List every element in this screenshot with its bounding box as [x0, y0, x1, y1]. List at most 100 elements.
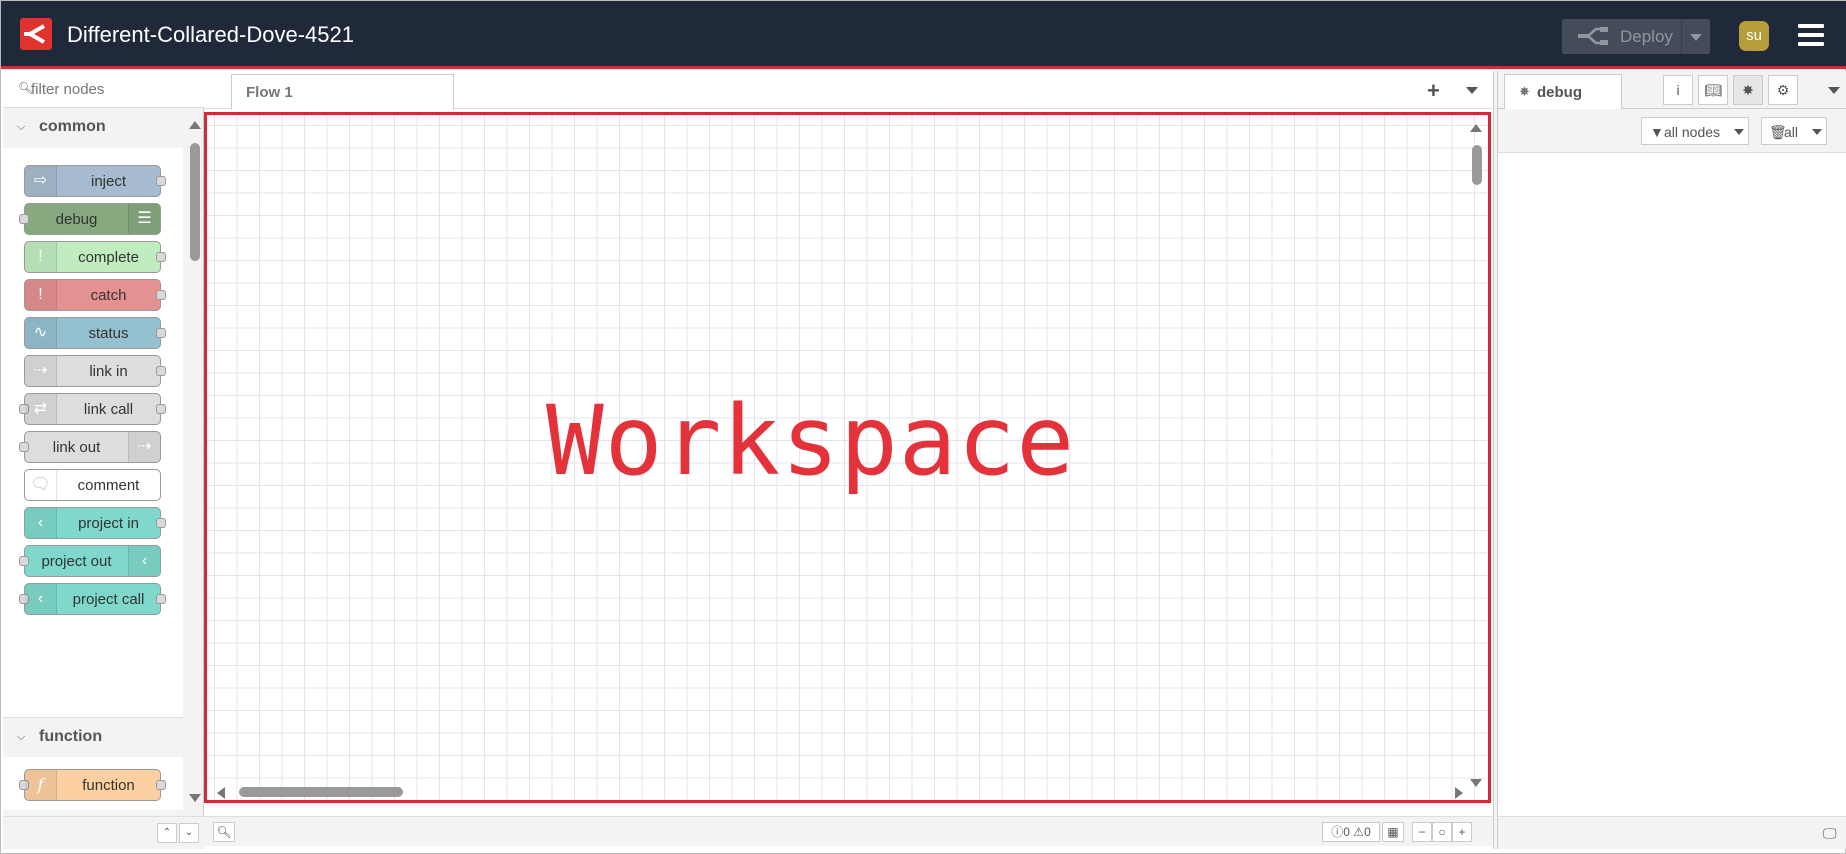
node-label: status	[88, 325, 129, 342]
scroll-down-icon[interactable]	[189, 794, 201, 802]
chevron-down-icon	[1734, 129, 1744, 135]
scroll-up-icon[interactable]	[1470, 124, 1482, 132]
tab-debug[interactable]: ✸ debug	[1504, 74, 1622, 110]
palette-node-link-in[interactable]: ⇢ link in	[24, 355, 166, 387]
filter-nodes-button[interactable]: ▼ all nodes	[1641, 117, 1749, 145]
category-label: function	[39, 728, 103, 745]
category-header-common[interactable]: ⌵ common	[3, 108, 183, 148]
palette-node-project-in[interactable]: ‹ project in	[24, 507, 166, 539]
clear-messages-button[interactable]: 🗑︎ all	[1761, 117, 1827, 145]
chevron-down-icon: ⌵	[17, 121, 26, 133]
chevron-down-icon: ⌵	[17, 731, 26, 743]
project-icon: ‹	[128, 546, 160, 576]
palette-node-debug[interactable]: debug ☰	[19, 203, 161, 235]
workspace-vertical-scrollbar[interactable]	[1468, 119, 1484, 795]
output-port	[156, 366, 166, 376]
sidebar: ✸ debug i 📖︎ ✸ ⚙ ▼ all nodes 🗑︎ all 🖵︎	[1498, 71, 1846, 849]
workspace-canvas[interactable]: Workspace	[204, 112, 1491, 803]
node-label: link in	[89, 363, 128, 380]
info-icon[interactable]: i	[1663, 75, 1693, 105]
main-menu-icon[interactable]	[1798, 24, 1824, 46]
output-port	[156, 176, 166, 186]
zoom-out-icon[interactable]: −	[1412, 822, 1432, 842]
output-port	[156, 780, 166, 790]
navigator-map-icon[interactable]: ▦	[1382, 822, 1404, 842]
error-icon: ⓘ	[1331, 825, 1344, 839]
tab-flow-1[interactable]: Flow 1	[231, 74, 454, 110]
book-icon[interactable]: 📖︎	[1698, 75, 1728, 105]
warning-count: 0	[1364, 825, 1371, 839]
deploy-divider	[1681, 19, 1682, 54]
palette-scroll-area: ⌵ common ⇨ inject debug ☰ ! complete ! c…	[3, 108, 183, 810]
list-icon: ☰	[128, 204, 160, 234]
app-title: Different-Collared-Dove-4521	[67, 22, 354, 47]
palette-node-status[interactable]: ∿ status	[24, 317, 166, 349]
warning-icon: ⚠	[1353, 825, 1365, 839]
zoom-reset-icon[interactable]: ○	[1432, 822, 1452, 842]
user-avatar[interactable]: su	[1739, 21, 1769, 51]
zoom-in-icon[interactable]: +	[1452, 822, 1472, 842]
debug-bug-icon[interactable]: ✸	[1733, 75, 1763, 105]
palette-node-catch[interactable]: ! catch	[24, 279, 166, 311]
output-port	[156, 518, 166, 528]
workspace-tabs: Flow 1 +	[204, 71, 1493, 110]
node-label: project in	[78, 515, 139, 532]
node-red-editor: Different-Collared-Dove-4521 Deploy su 🔍…	[0, 0, 1846, 854]
deploy-button[interactable]: Deploy	[1562, 19, 1710, 54]
palette-node-project-call[interactable]: ‹ project call	[19, 583, 166, 615]
bug-icon: ✸	[1519, 84, 1530, 99]
scrollbar-thumb[interactable]	[190, 143, 200, 261]
palette-filter: 🔍︎	[3, 71, 233, 108]
node-label: inject	[90, 173, 127, 190]
tab-label: Flow 1	[246, 84, 293, 101]
deploy-menu-caret-icon[interactable]	[1690, 34, 1702, 41]
output-port	[156, 404, 166, 414]
search-flows-icon[interactable]: 🔍︎	[213, 822, 235, 842]
node-label: function	[82, 777, 135, 794]
scroll-up-icon[interactable]	[189, 121, 201, 129]
workspace-horizontal-scrollbar[interactable]	[215, 785, 1483, 799]
header-bar: Different-Collared-Dove-4521 Deploy su	[1, 1, 1846, 69]
add-flow-icon[interactable]: +	[1427, 78, 1440, 104]
category-header-function[interactable]: ⌵ function	[3, 717, 183, 757]
palette-node-complete[interactable]: ! complete	[24, 241, 166, 273]
sidebar-tabs: ✸ debug i 📖︎ ✸ ⚙	[1498, 71, 1846, 110]
filter-nodes-input[interactable]	[31, 79, 221, 99]
palette-node-link-out[interactable]: link out ⇢	[19, 431, 161, 463]
palette-node-link-call[interactable]: ⇄ link call	[19, 393, 166, 425]
node-label: project call	[72, 591, 145, 608]
palette-scrollbar[interactable]	[187, 108, 201, 810]
tab-list-caret-icon[interactable]	[1466, 87, 1478, 94]
sidebar-menu-caret-icon[interactable]	[1828, 87, 1840, 94]
output-port	[156, 290, 166, 300]
node-label: link call	[83, 401, 134, 418]
category-label: common	[39, 118, 106, 135]
link-out-icon: ⇢	[128, 432, 160, 462]
monitor-icon[interactable]: 🖵︎	[1823, 825, 1837, 842]
filter-icon: ▼	[1650, 124, 1664, 140]
palette-footer: ⌃ ⌄	[3, 816, 204, 849]
node-label: complete	[78, 249, 139, 266]
scrollbar-thumb[interactable]	[1472, 145, 1482, 185]
chevron-down-icon	[1812, 129, 1822, 135]
collapse-all-icon[interactable]: ⌄	[179, 823, 199, 843]
category-body-common: ⇨ inject debug ☰ ! complete ! catch ∿ st…	[3, 148, 183, 717]
scroll-left-icon[interactable]	[217, 787, 225, 799]
scrollbar-thumb[interactable]	[239, 787, 403, 797]
node-label: catch	[90, 287, 127, 304]
palette-node-inject[interactable]: ⇨ inject	[24, 165, 166, 197]
flowfuse-logo-icon	[20, 18, 52, 50]
clear-label: all	[1784, 124, 1799, 140]
palette-node-project-out[interactable]: project out ‹	[19, 545, 161, 577]
output-port	[156, 252, 166, 262]
sidebar-footer: 🖵︎	[1498, 816, 1846, 849]
scroll-right-icon[interactable]	[1455, 787, 1463, 799]
notifications-counter[interactable]: ⓘ0 ⚠0	[1322, 822, 1380, 842]
palette-node-comment[interactable]: 🗨︎ comment	[24, 469, 161, 501]
expand-all-icon[interactable]: ⌃	[157, 823, 177, 843]
output-port	[156, 594, 166, 604]
workspace-footer: 🔍︎ ⓘ0 ⚠0 ▦ − ○ +	[204, 816, 1493, 846]
gear-icon[interactable]: ⚙	[1768, 75, 1798, 105]
error-count: 0	[1343, 825, 1350, 839]
palette-node-function[interactable]: f function	[19, 769, 166, 801]
